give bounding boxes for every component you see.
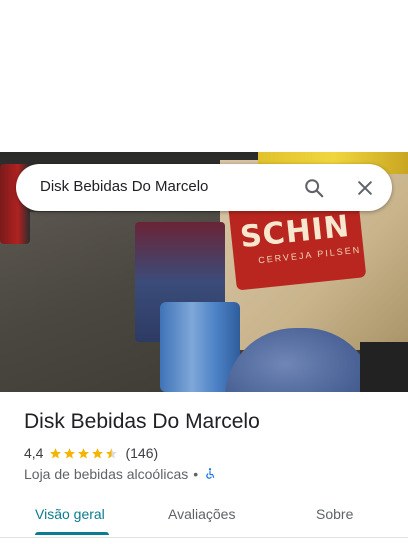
search-bar[interactable]: Disk Bebidas Do Marcelo: [16, 164, 392, 211]
tab-reviews[interactable]: Avaliações: [168, 506, 235, 522]
place-category: Loja de bebidas alcoólicas: [24, 466, 189, 482]
star-icon: [92, 447, 104, 458]
photo-dark-corner: [360, 342, 408, 392]
rating-row[interactable]: 4,4 (146): [24, 444, 158, 462]
tab-about[interactable]: Sobre: [316, 506, 353, 522]
star-icon: [64, 447, 76, 458]
tab-overview[interactable]: Visão geral: [35, 506, 105, 522]
close-icon[interactable]: [350, 173, 380, 203]
category-row: Loja de bebidas alcoólicas •: [24, 465, 217, 483]
tabs-divider: [0, 537, 408, 538]
separator-dot: •: [193, 466, 199, 482]
half-star-icon: [106, 447, 118, 458]
place-tabs: Visão geral Avaliações Sobre: [0, 498, 408, 538]
search-input[interactable]: Disk Bebidas Do Marcelo: [40, 178, 208, 195]
review-count: (146): [125, 445, 159, 461]
rating-value: 4,4: [24, 445, 44, 461]
rating-stars: [49, 447, 119, 460]
search-icon[interactable]: [299, 173, 329, 203]
active-tab-indicator: [35, 532, 109, 535]
star-icon: [50, 447, 62, 458]
star-icon: [78, 447, 90, 458]
wheelchair-icon: [206, 468, 215, 479]
place-title: Disk Bebidas Do Marcelo: [24, 410, 260, 433]
